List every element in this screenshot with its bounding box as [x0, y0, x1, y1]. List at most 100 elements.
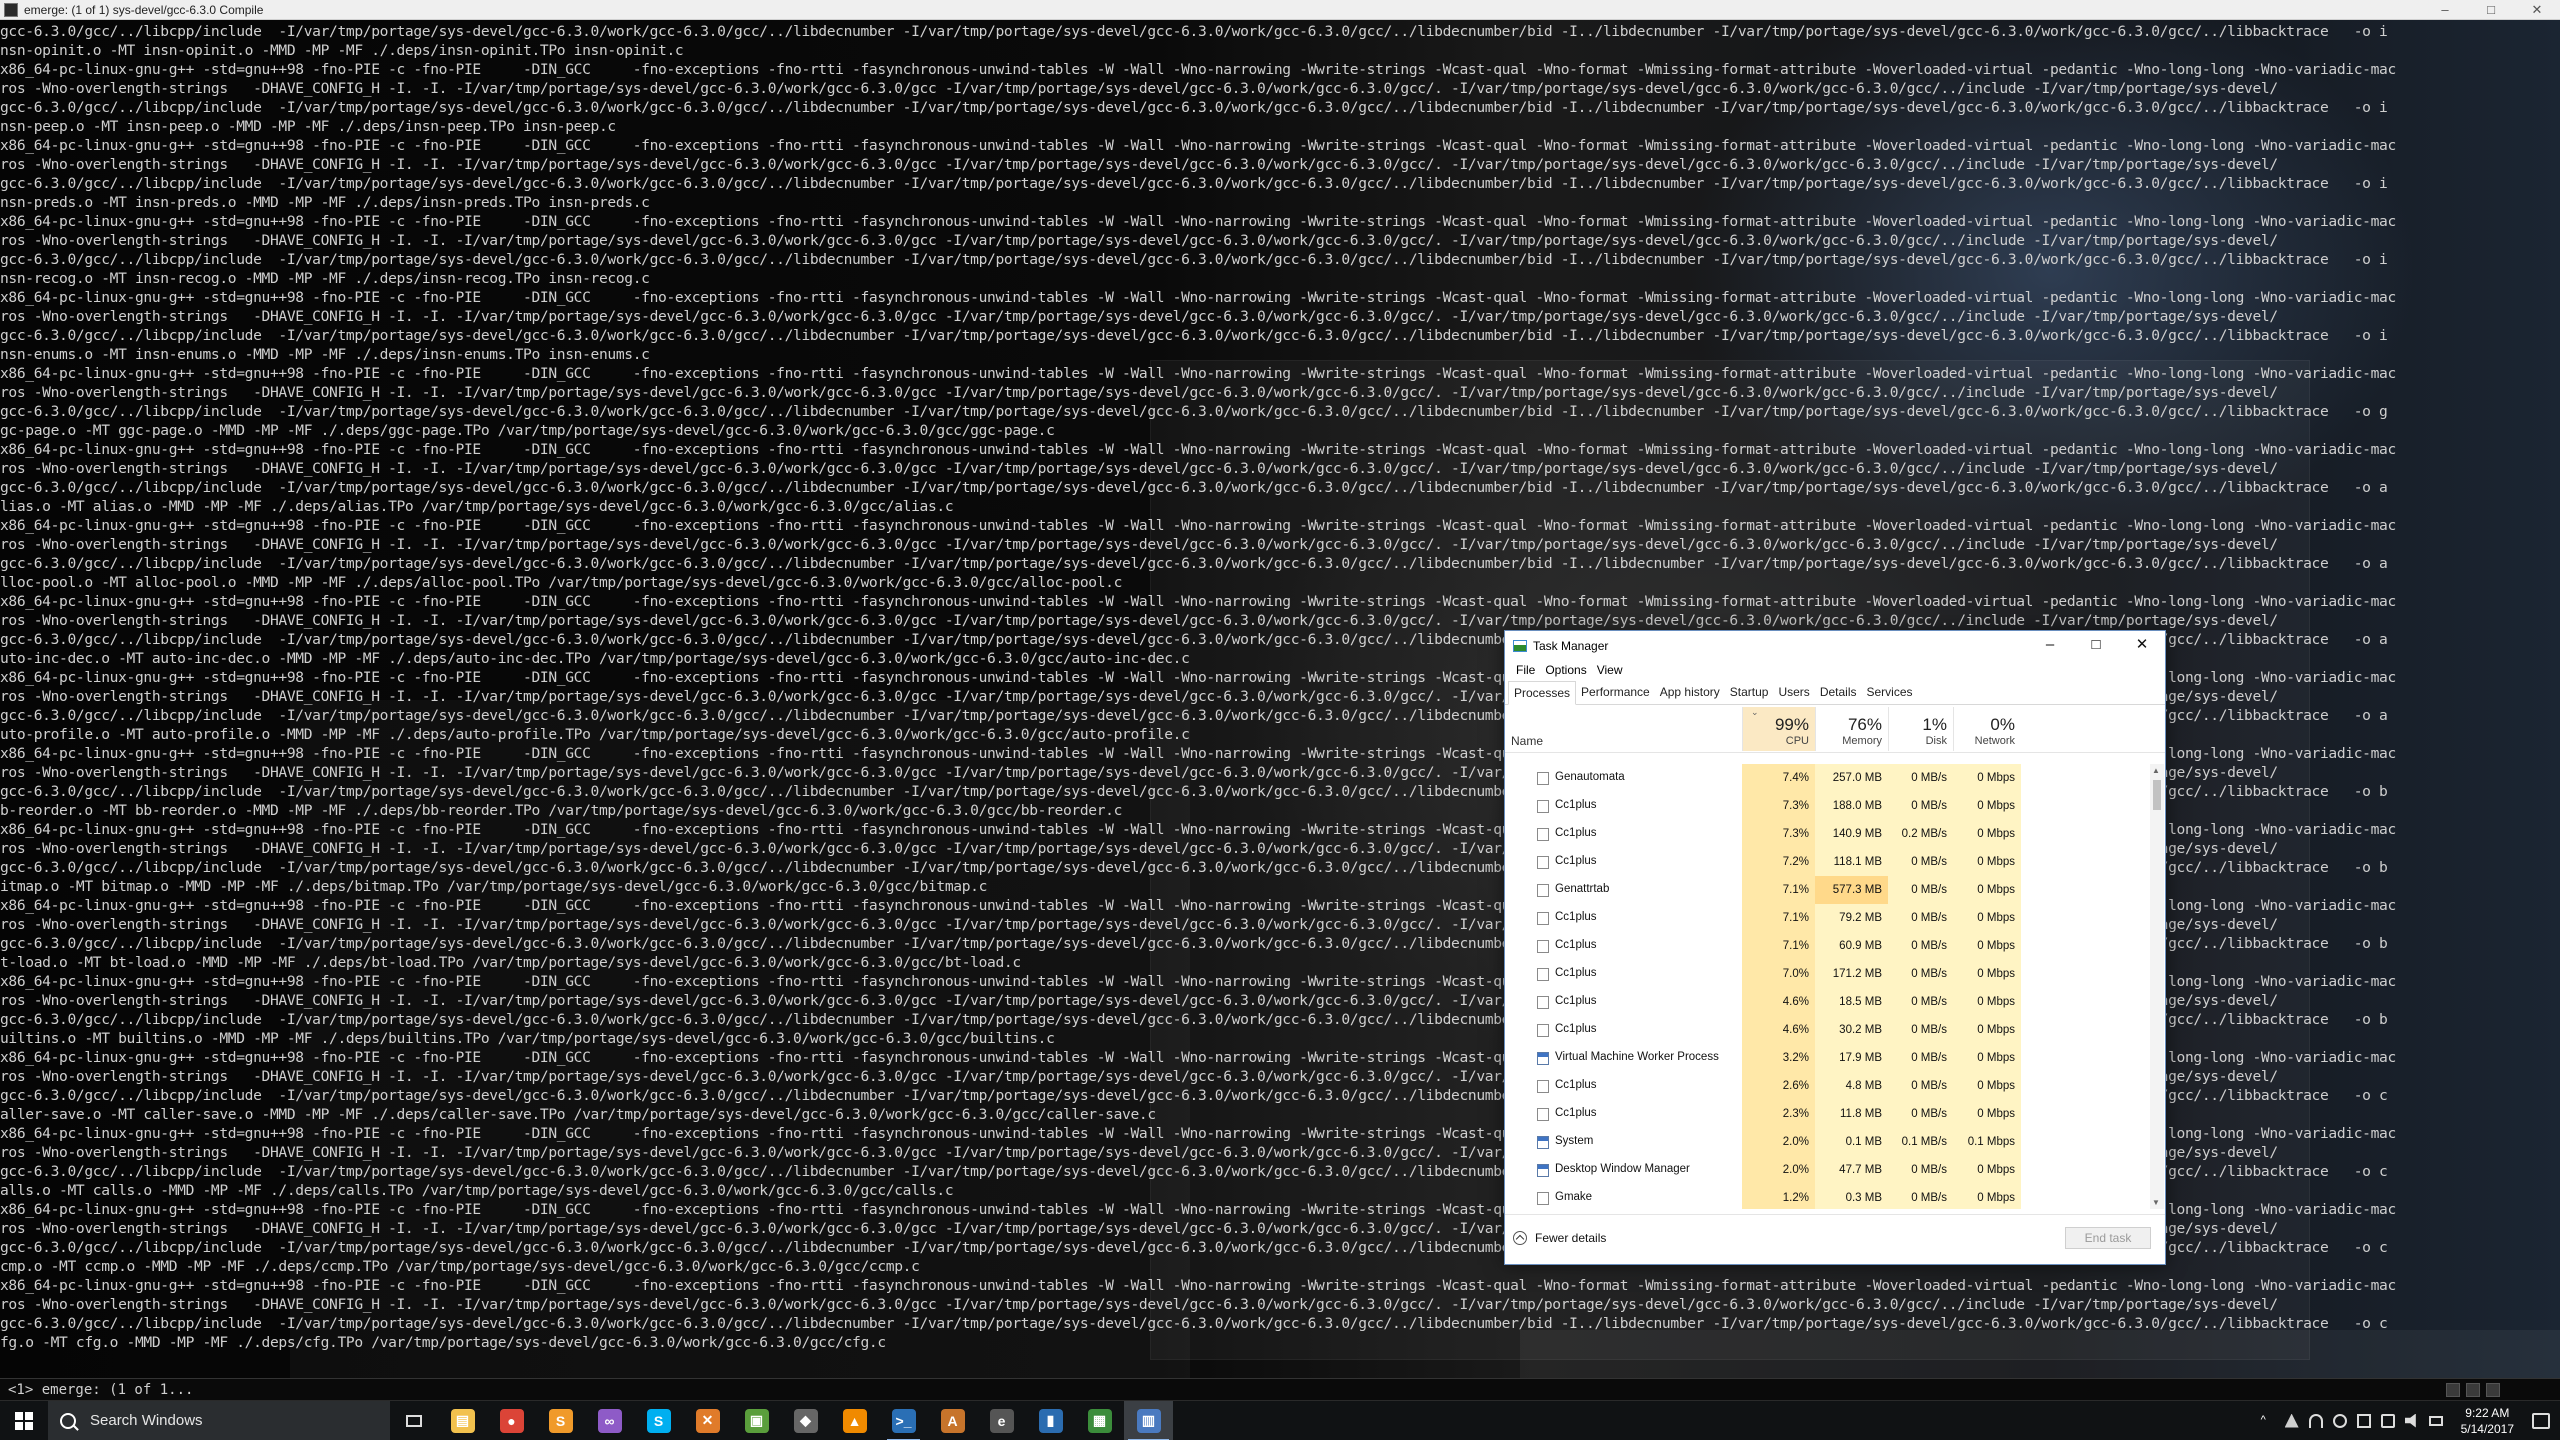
terminal-output[interactable]: gcc-6.3.0/gcc/../libcpp/include -I/var/t… [0, 22, 2560, 1374]
tab-performance[interactable]: Performance [1576, 681, 1655, 704]
process-disk: 0 MB/s [1888, 932, 1953, 960]
column-header-disk[interactable]: 1% Disk [1888, 707, 1953, 751]
scrollbar-thumb[interactable] [2153, 780, 2161, 810]
column-header-cpu[interactable]: ⌄ 99% CPU [1742, 707, 1815, 751]
terminal-line: ros -Wno-overlength-strings -DHAVE_CONFI… [0, 308, 2278, 325]
taskbar-button[interactable]: ✕ [683, 1401, 732, 1440]
taskbar-button[interactable]: A [928, 1401, 977, 1440]
network-icon[interactable] [2284, 1413, 2299, 1428]
column-header-name[interactable]: Name [1511, 734, 1543, 748]
table-row[interactable]: Cc1plus 4.6% 18.5 MB 0 MB/s 0 Mbps [1505, 988, 2165, 1016]
tab-processes[interactable]: Processes [1508, 681, 1577, 705]
table-row[interactable]: Genautomata 7.4% 257.0 MB 0 MB/s 0 Mbps [1505, 764, 2165, 792]
task-manager-window[interactable]: Task Manager – □ ✕ File Options View Pro… [1504, 630, 2166, 1265]
table-row[interactable]: Cc1plus 2.6% 4.8 MB 0 MB/s 0 Mbps [1505, 1072, 2165, 1100]
minimize-button[interactable]: – [2422, 0, 2468, 20]
service-icon [1537, 1052, 1549, 1065]
table-row[interactable]: Genattrtab 7.1% 577.3 MB 0 MB/s 0 Mbps [1505, 876, 2165, 904]
headphones-icon[interactable] [2308, 1413, 2323, 1428]
taskbar-button[interactable]: ▣ [732, 1401, 781, 1440]
network-label: Network [1974, 735, 2015, 747]
menu-view[interactable]: View [1592, 661, 1628, 681]
process-disk: 0 MB/s [1888, 1072, 1953, 1100]
process-name: System [1555, 1135, 1594, 1147]
close-button[interactable]: ✕ [2514, 0, 2560, 20]
chrome-icon: ● [499, 1408, 524, 1433]
terminal-window-title: emerge: (1 of 1) sys-devel/gcc-6.3.0 Com… [24, 2, 264, 17]
table-row[interactable]: Virtual Machine Worker Process 3.2% 17.9 M… [1505, 1044, 2165, 1072]
taskbar-button[interactable]: ▲ [830, 1401, 879, 1440]
scroll-up-icon[interactable]: ▲ [2152, 766, 2160, 775]
process-memory: 18.5 MB [1815, 988, 1888, 1016]
taskbar-button[interactable]: S [634, 1401, 683, 1440]
process-memory: 60.9 MB [1815, 932, 1888, 960]
app-icon-x: ✕ [695, 1408, 720, 1433]
taskbar-button[interactable]: >_ [879, 1401, 928, 1440]
tab-details[interactable]: Details [1815, 681, 1862, 704]
fewer-details-button[interactable]: Fewer details [1513, 1231, 1606, 1245]
wifi-icon[interactable] [2332, 1413, 2347, 1428]
minimize-button[interactable]: – [2027, 631, 2073, 661]
taskbar-button[interactable]: ▮ [1026, 1401, 1075, 1440]
column-header-memory[interactable]: 76% Memory [1815, 707, 1888, 751]
terminal-line: gcc-6.3.0/gcc/../libcpp/include -I/var/t… [0, 403, 2388, 420]
end-task-button[interactable]: End task [2065, 1227, 2151, 1249]
table-row[interactable]: Gmake 1.2% 0.3 MB 0 MB/s 0 Mbps [1505, 1184, 2165, 1209]
battery-icon[interactable] [2356, 1413, 2371, 1428]
clock[interactable]: 9:22 AM 5/14/2017 [2453, 1405, 2522, 1437]
maximize-button[interactable]: □ [2468, 0, 2514, 20]
tab-app-history[interactable]: App history [1655, 681, 1725, 704]
terminal-line: uto-inc-dec.o -MT auto-inc-dec.o -MMD -M… [0, 650, 1190, 667]
table-row[interactable]: Cc1plus 7.3% 140.9 MB 0.2 MB/s 0 Mbps [1505, 820, 2165, 848]
terminal-line: gcc-6.3.0/gcc/../libcpp/include -I/var/t… [0, 1239, 2388, 1256]
process-cpu: 2.0% [1742, 1128, 1815, 1156]
taskbar-button[interactable]: ▦ [1075, 1401, 1124, 1440]
menu-options[interactable]: Options [1540, 661, 1591, 681]
table-row[interactable]: Desktop Window Manager 2.0% 47.7 MB 0 MB/s 0… [1505, 1156, 2165, 1184]
taskbar-button[interactable]: ● [487, 1401, 536, 1440]
table-row[interactable]: Cc1plus 7.1% 60.9 MB 0 MB/s 0 Mbps [1505, 932, 2165, 960]
service-icon [1537, 1164, 1549, 1177]
terminal-app-icon [4, 2, 18, 17]
table-row[interactable]: Cc1plus 7.1% 79.2 MB 0 MB/s 0 Mbps [1505, 904, 2165, 932]
tab-users[interactable]: Users [1773, 681, 1814, 704]
search-box[interactable]: Search Windows [48, 1400, 390, 1440]
menu-file[interactable]: File [1511, 661, 1540, 681]
keyboard-icon[interactable] [2428, 1415, 2443, 1426]
windows-taskbar: Search Windows ▤ ● S ∞ S ✕ ▣ ◆ ▲ >_ Ae ▮ ▦ ▥ ^ 9:22 A… [0, 1400, 2560, 1440]
column-header-network[interactable]: 0% Network [1953, 707, 2021, 751]
taskbar-button[interactable]: ▤ [438, 1401, 487, 1440]
table-row[interactable]: Cc1plus 4.6% 30.2 MB 0 MB/s 0 Mbps [1505, 1016, 2165, 1044]
taskbar-button[interactable]: S [536, 1401, 585, 1440]
process-list-scrollbar[interactable]: ▲ ▼ [2150, 764, 2164, 1209]
terminal-line: gcc-6.3.0/gcc/../libcpp/include -I/var/t… [0, 859, 2388, 876]
process-cpu: 4.6% [1742, 988, 1815, 1016]
chevron-up-icon[interactable]: ^ [2261, 1414, 2275, 1428]
display-icon[interactable] [2380, 1413, 2395, 1428]
app-icon-b: ▮ [1038, 1408, 1063, 1433]
tab-services[interactable]: Services [1862, 681, 1918, 704]
volume-icon[interactable] [2404, 1413, 2416, 1428]
taskbar-button[interactable]: e [977, 1401, 1026, 1440]
table-row[interactable]: Cc1plus 7.3% 188.0 MB 0 MB/s 0 Mbps [1505, 792, 2165, 820]
terminal-line: x86_64-pc-linux-gnu-g++ -std=gnu++98 -fn… [0, 213, 2396, 230]
taskbar-button[interactable]: ◆ [781, 1401, 830, 1440]
tab-startup[interactable]: Startup [1725, 681, 1774, 704]
task-manager-titlebar[interactable]: Task Manager – □ ✕ [1505, 631, 2165, 661]
terminal-line: cmp.o -MT ccmp.o -MMD -MP -MF ./.deps/cc… [0, 1258, 920, 1275]
process-disk: 0 MB/s [1888, 1044, 1953, 1072]
process-icon [1537, 1192, 1549, 1205]
terminal-titlebar[interactable]: emerge: (1 of 1) sys-devel/gcc-6.3.0 Com… [0, 0, 2560, 20]
maximize-button[interactable]: □ [2073, 631, 2119, 661]
table-row[interactable]: Cc1plus 7.2% 118.1 MB 0 MB/s 0 Mbps [1505, 848, 2165, 876]
table-row[interactable]: Cc1plus 7.0% 171.2 MB 0 MB/s 0 Mbps [1505, 960, 2165, 988]
task-view-button[interactable] [390, 1401, 438, 1440]
scroll-down-icon[interactable]: ▼ [2152, 1198, 2160, 1207]
table-row[interactable]: System 2.0% 0.1 MB 0.1 MB/s 0.1 Mbps [1505, 1128, 2165, 1156]
taskbar-button[interactable]: ∞ [585, 1401, 634, 1440]
close-button[interactable]: ✕ [2119, 631, 2165, 661]
start-button[interactable] [0, 1401, 48, 1440]
taskbar-button[interactable]: ▥ [1124, 1400, 1173, 1440]
table-row[interactable]: Cc1plus 2.3% 11.8 MB 0 MB/s 0 Mbps [1505, 1100, 2165, 1128]
action-center-icon[interactable] [2532, 1412, 2550, 1429]
